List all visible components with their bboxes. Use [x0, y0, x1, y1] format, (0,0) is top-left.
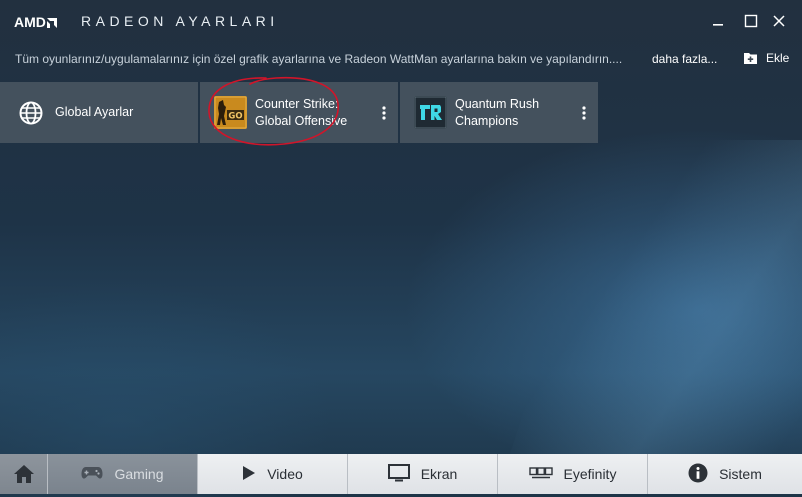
app-title: RADEON AYARLARI	[81, 13, 279, 29]
tile-counter-strike-label: Counter Strike: Global Offensive	[255, 96, 347, 130]
nav-eyefinity-label: Eyefinity	[563, 466, 617, 482]
home-icon	[13, 465, 34, 483]
add-folder-icon	[744, 53, 757, 64]
amd-logo: AMD	[14, 14, 57, 30]
header-description: Tüm oyunlarınız/uygulamalarınız için öze…	[15, 52, 623, 66]
play-icon	[242, 465, 256, 484]
tile-counter-strike-line1: Counter Strike:	[255, 96, 339, 111]
nav-system-label: Sistem	[719, 466, 762, 482]
tile-quantum-rush-line1: Quantum Rush	[455, 96, 540, 111]
nav-eyefinity-tab[interactable]: Eyefinity	[498, 454, 648, 494]
svg-text:GO: GO	[228, 112, 242, 122]
tile-counter-strike-line2: Global Offensive	[255, 113, 348, 128]
tile-global-settings-label: Global Ayarlar	[55, 105, 134, 119]
tile-counter-strike-menu-icon[interactable]	[382, 106, 386, 120]
close-button[interactable]	[768, 10, 790, 32]
amd-logo-text: AMD	[14, 14, 46, 30]
minimize-button[interactable]	[707, 10, 729, 32]
tile-quantum-rush[interactable]: Quantum Rush Champions	[400, 82, 598, 143]
more-link[interactable]: daha fazla...	[652, 52, 717, 66]
nav-video-label: Video	[267, 466, 303, 482]
tile-counter-strike[interactable]: GO Counter Strike: Global Offensive	[200, 82, 398, 143]
nav-display-label: Ekran	[420, 466, 458, 482]
title-bar[interactable]: AMD RADEON AYARLARI	[0, 0, 802, 42]
gamepad-icon	[81, 466, 103, 483]
globe-icon	[19, 101, 43, 124]
nav-system-tab[interactable]: Sistem	[648, 454, 802, 494]
amd-arrow-icon	[46, 18, 57, 28]
nav-gaming-tab[interactable]: Gaming	[48, 454, 198, 494]
monitor-icon	[387, 463, 410, 485]
add-label: Ekle	[766, 51, 790, 65]
add-button[interactable]: Ekle	[744, 51, 789, 65]
info-icon	[688, 463, 708, 486]
tile-global-settings[interactable]: Global Ayarlar	[0, 82, 198, 143]
minimize-icon	[713, 24, 723, 26]
tile-quantum-rush-menu-icon[interactable]	[582, 106, 586, 120]
csgo-icon: GO	[214, 96, 247, 129]
nav-video-tab[interactable]: Video	[198, 454, 348, 494]
quantum-rush-icon	[414, 96, 447, 129]
maximize-icon	[744, 14, 758, 28]
nav-gaming-label: Gaming	[114, 466, 164, 482]
maximize-button[interactable]	[740, 10, 762, 32]
nav-home-button[interactable]	[0, 454, 48, 494]
eyefinity-icon	[528, 466, 553, 482]
nav-display-tab[interactable]: Ekran	[348, 454, 498, 494]
tile-quantum-rush-label: Quantum Rush Champions	[455, 96, 539, 130]
tile-quantum-rush-line2: Champions	[455, 113, 519, 128]
close-icon	[773, 15, 785, 27]
